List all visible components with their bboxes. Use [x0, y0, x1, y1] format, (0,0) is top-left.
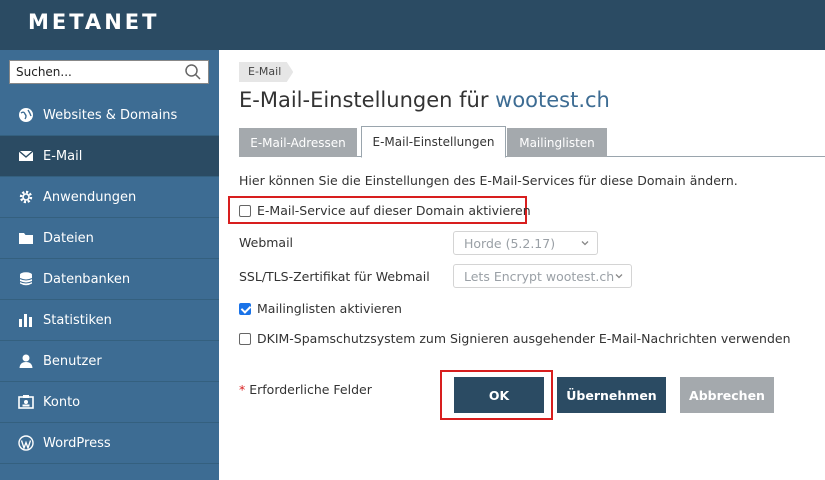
top-bar: METANET [0, 0, 825, 50]
tab-email-adressen[interactable]: E-Mail-Adressen [239, 128, 357, 157]
search-placeholder: Suchen... [16, 65, 72, 79]
sidebar-item-label: Konto [43, 394, 81, 410]
sidebar-item-wordpress[interactable]: WordPress [0, 423, 219, 464]
envelope-icon [18, 150, 34, 161]
sidebar-item-label: Websites & Domains [43, 107, 178, 123]
ok-button[interactable]: OK [454, 377, 544, 413]
tab-email-einstellungen[interactable]: E-Mail-Einstellungen [361, 126, 506, 158]
gear-icon [19, 190, 33, 204]
main-content: E-Mail E-Mail-Einstellungen für wootest.… [219, 50, 825, 480]
dkim-checkbox[interactable] [239, 332, 251, 345]
ssl-cert-label: SSL/TLS-Zertifikat für Webmail [239, 269, 430, 284]
sidebar-item-label: WordPress [43, 435, 111, 451]
sidebar-item-label: Anwendungen [43, 189, 137, 205]
id-card-icon [18, 395, 34, 409]
webmail-value: Horde (5.2.17) [464, 235, 556, 251]
ssl-cert-value: Lets Encrypt wootest.ch [464, 268, 615, 284]
chevron-down-icon [581, 241, 589, 246]
page-title: E-Mail-Einstellungen für wootest.ch [239, 88, 610, 112]
page-title-prefix: E-Mail-Einstellungen für [239, 88, 489, 112]
sidebar-item-datenbanken[interactable]: Datenbanken [0, 259, 219, 300]
sidebar-item-dateien[interactable]: Dateien [0, 218, 219, 259]
enable-mail-service-checkbox[interactable] [239, 204, 251, 217]
sidebar-item-label: Dateien [43, 230, 94, 246]
sidebar-item-statistiken[interactable]: Statistiken [0, 300, 219, 341]
webmail-label: Webmail [239, 235, 294, 250]
user-icon [19, 354, 33, 368]
required-fields-text: Erforderliche Felder [249, 382, 372, 397]
sidebar-item-benutzer[interactable]: Benutzer [0, 341, 219, 382]
required-star: * [239, 382, 246, 397]
bar-chart-icon [19, 314, 32, 327]
globe-icon [19, 108, 33, 122]
metanet-logo[interactable]: METANET [28, 10, 159, 34]
folder-icon [19, 233, 33, 244]
sidebar-item-label: Datenbanken [43, 271, 131, 287]
sidebar-item-websites-domains[interactable]: Websites & Domains [0, 95, 219, 136]
search-input[interactable]: Suchen... [9, 60, 209, 84]
tab-bar: E-Mail-Adressen E-Mail-Einstellungen Mai… [239, 126, 825, 158]
sidebar-nav: Websites & Domains E-Mail Anwendungen Da… [0, 95, 219, 464]
mailing-lists-label: Mailinglisten aktivieren [257, 301, 402, 316]
mailing-lists-row[interactable]: Mailinglisten aktivieren [239, 301, 402, 316]
required-fields-note: * Erforderliche Felder [239, 382, 372, 397]
search-icon[interactable] [184, 63, 202, 81]
chevron-down-icon [615, 274, 623, 279]
ssl-cert-select[interactable]: Lets Encrypt wootest.ch [453, 264, 632, 288]
enable-mail-service-row[interactable]: E-Mail-Service auf dieser Domain aktivie… [239, 203, 531, 218]
dkim-label: DKIM-Spamschutzsystem zum Signieren ausg… [257, 331, 791, 346]
sidebar-item-konto[interactable]: Konto [0, 382, 219, 423]
page-title-domain: wootest.ch [495, 88, 610, 112]
wordpress-icon [18, 435, 34, 451]
breadcrumb[interactable]: E-Mail [239, 62, 294, 82]
description-text: Hier können Sie die Einstellungen des E-… [239, 173, 738, 188]
cancel-button[interactable]: Abbrechen [680, 377, 774, 413]
mailing-lists-checkbox[interactable] [239, 302, 251, 315]
sidebar-item-anwendungen[interactable]: Anwendungen [0, 177, 219, 218]
database-icon [19, 272, 33, 286]
webmail-select[interactable]: Horde (5.2.17) [453, 231, 598, 255]
sidebar: Suchen... Websites & Domains E-Mail Anwe… [0, 50, 219, 480]
enable-mail-service-label: E-Mail-Service auf dieser Domain aktivie… [257, 203, 531, 218]
sidebar-item-label: E-Mail [43, 148, 83, 164]
tab-mailinglisten[interactable]: Mailinglisten [507, 128, 607, 157]
sidebar-item-label: Statistiken [43, 312, 112, 328]
apply-button[interactable]: Übernehmen [557, 377, 666, 413]
sidebar-item-email[interactable]: E-Mail [0, 136, 219, 177]
sidebar-item-label: Benutzer [43, 353, 102, 369]
dkim-row[interactable]: DKIM-Spamschutzsystem zum Signieren ausg… [239, 331, 791, 346]
